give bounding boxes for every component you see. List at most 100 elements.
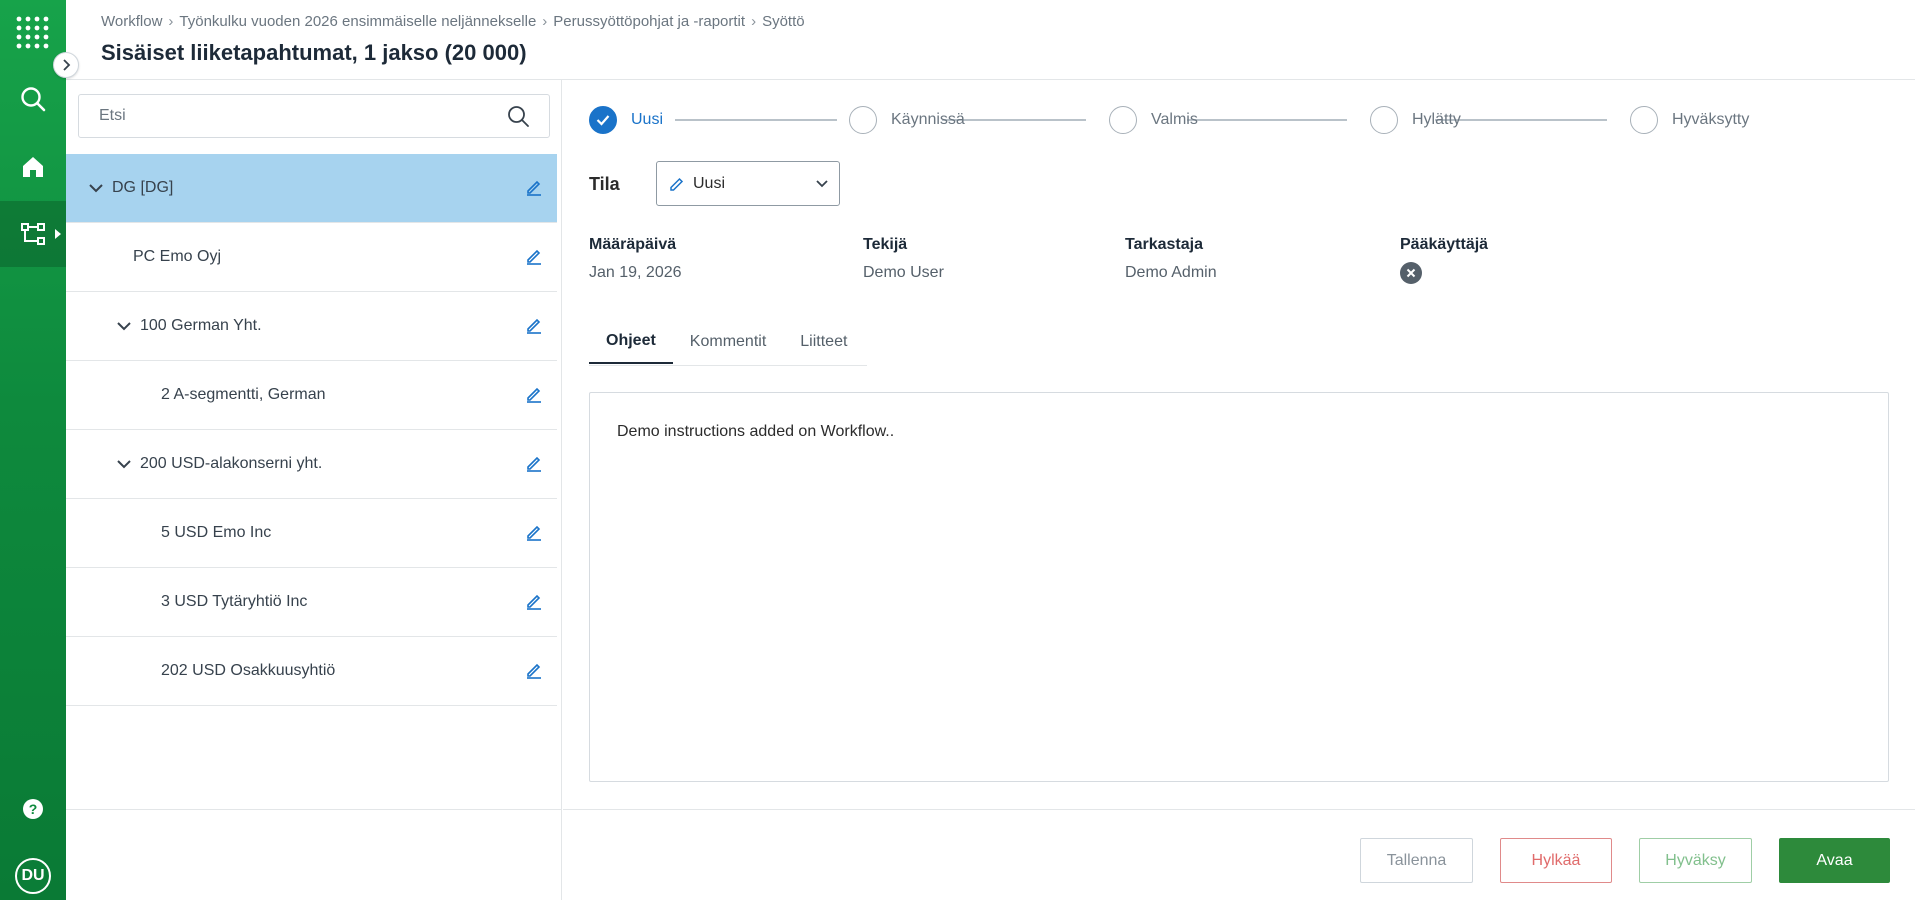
step-connector: [675, 119, 837, 121]
tree-row-label: 202 USD Osakkuusyhtiö: [161, 662, 336, 679]
search-icon[interactable]: [507, 105, 529, 127]
rail-home-button[interactable]: [0, 134, 66, 200]
tab-instructions[interactable]: Ohjeet: [589, 320, 673, 364]
task-detail-panel: Uusi Käynnissä Valmis Hylätty Hyväksytty…: [563, 80, 1915, 900]
approve-button[interactable]: Hyväksy: [1639, 838, 1752, 883]
rail-workflow-button[interactable]: [0, 201, 66, 267]
detail-tabs: Ohjeet Kommentit Liitteet: [589, 320, 867, 366]
open-button[interactable]: Avaa: [1779, 838, 1890, 883]
step-new: Uusi: [589, 106, 663, 134]
edit-icon[interactable]: [525, 523, 543, 546]
author-value: Demo User: [863, 264, 944, 281]
search-box: [78, 94, 550, 138]
edit-icon[interactable]: [525, 178, 543, 201]
edit-icon[interactable]: [525, 385, 543, 408]
divider: [66, 809, 562, 810]
step-rejected: Hylätty: [1370, 106, 1461, 134]
edit-icon[interactable]: [525, 592, 543, 615]
step-approved: Hyväksytty: [1630, 106, 1749, 134]
edit-icon[interactable]: [525, 454, 543, 477]
breadcrumb: Workflow › Työnkulku vuoden 2026 ensimmä…: [101, 13, 805, 30]
tree-row-label: 200 USD-alakonserni yht.: [140, 455, 323, 472]
tab-attachments[interactable]: Liitteet: [783, 320, 864, 364]
breadcrumb-item[interactable]: Perussyöttöpohjat ja -raportit: [553, 13, 745, 30]
help-button[interactable]: ?: [0, 776, 66, 842]
breadcrumb-item[interactable]: Workflow: [101, 13, 162, 30]
tree-row[interactable]: 5 USD Emo Inc: [66, 499, 557, 568]
reviewer-label: Tarkastaja: [1125, 236, 1203, 253]
clear-icon[interactable]: [1400, 262, 1422, 284]
step-connector: [1187, 119, 1347, 121]
due-date-label: Määräpäivä: [589, 236, 677, 253]
tree-row-label: PC Emo Oyj: [133, 248, 222, 265]
status-select-value: Uusi: [693, 174, 726, 192]
status-stepper: Uusi Käynnissä Valmis Hylätty Hyväksytty: [589, 106, 1749, 136]
tree-row-label: 5 USD Emo Inc: [161, 524, 272, 541]
grid-dots-icon: [16, 16, 49, 49]
step-label: Hylätty: [1412, 111, 1461, 128]
step-circle: [1109, 106, 1137, 134]
instructions-box: Demo instructions added on Workflow..: [589, 392, 1889, 782]
page-title: Sisäiset liiketapahtumat, 1 jakso (20 00…: [101, 40, 527, 65]
tree-row[interactable]: DG [DG]: [66, 154, 557, 223]
reviewer-value: Demo Admin: [1125, 264, 1217, 281]
due-date-value: Jan 19, 2026: [589, 264, 682, 281]
search-icon: [21, 87, 46, 112]
tab-comments[interactable]: Kommentit: [673, 320, 783, 364]
breadcrumb-separator: ›: [751, 13, 757, 30]
instructions-text: Demo instructions added on Workflow..: [617, 423, 895, 440]
tree-row[interactable]: PC Emo Oyj: [66, 223, 557, 292]
step-circle: [1370, 106, 1398, 134]
chevron-down-icon[interactable]: [86, 183, 106, 193]
chevron-down-icon[interactable]: [114, 321, 134, 331]
admin-field: Pääkäyttäjä: [1400, 236, 1488, 284]
user-avatar[interactable]: DU: [15, 858, 51, 894]
help-icon: ?: [23, 799, 43, 819]
step-label: Käynnissä: [891, 111, 965, 128]
edit-icon[interactable]: [525, 316, 543, 339]
status-label: Tila: [589, 174, 620, 194]
edit-icon[interactable]: [525, 247, 543, 270]
tree-row[interactable]: 100 German Yht.: [66, 292, 557, 361]
entity-tree: DG [DG] PC Emo Oyj 100 German Yht. 2 A-s…: [66, 154, 557, 706]
search-input[interactable]: [99, 107, 507, 125]
chevron-down-icon: [816, 180, 828, 188]
step-circle: [1630, 106, 1658, 134]
app-rail: ? DU: [0, 0, 66, 900]
breadcrumb-item[interactable]: Syöttö: [762, 13, 805, 30]
svg-text:?: ?: [29, 801, 38, 817]
entity-tree-panel: DG [DG] PC Emo Oyj 100 German Yht. 2 A-s…: [66, 80, 562, 900]
divider: [563, 809, 1915, 810]
caret-right-icon: [55, 229, 61, 239]
step-label: Valmis: [1151, 111, 1198, 128]
collapse-panel-button[interactable]: [53, 52, 79, 78]
status-select[interactable]: Uusi: [656, 161, 840, 206]
author-label: Tekijä: [863, 236, 908, 253]
reject-button[interactable]: Hylkää: [1500, 838, 1612, 883]
breadcrumb-separator: ›: [542, 13, 548, 30]
chevron-right-icon: [63, 59, 71, 71]
step-circle: [849, 106, 877, 134]
due-date-field: Määräpäivä Jan 19, 2026: [589, 236, 682, 282]
tree-row-label: 3 USD Tytäryhtiö Inc: [161, 593, 308, 610]
save-button[interactable]: Tallenna: [1360, 838, 1473, 883]
page-header: Workflow › Työnkulku vuoden 2026 ensimmä…: [66, 0, 1915, 80]
tree-row[interactable]: 3 USD Tytäryhtiö Inc: [66, 568, 557, 637]
edit-icon[interactable]: [525, 661, 543, 684]
tree-row-label: 100 German Yht.: [140, 317, 262, 334]
pencil-icon: [670, 177, 684, 191]
tree-row[interactable]: 202 USD Osakkuusyhtiö: [66, 637, 557, 706]
tree-row-label: 2 A-segmentti, German: [161, 386, 326, 403]
step-label: Hyväksytty: [1672, 111, 1750, 128]
home-icon: [23, 157, 43, 177]
tree-row-label: DG [DG]: [112, 179, 174, 196]
tree-row[interactable]: 200 USD-alakonserni yht.: [66, 430, 557, 499]
rail-search-button[interactable]: [0, 66, 66, 132]
admin-label: Pääkäyttäjä: [1400, 236, 1489, 253]
chevron-down-icon[interactable]: [114, 459, 134, 469]
breadcrumb-item[interactable]: Työnkulku vuoden 2026 ensimmäiselle nelj…: [179, 13, 536, 30]
step-in-progress: Käynnissä: [849, 106, 965, 134]
author-field: Tekijä Demo User: [863, 236, 944, 282]
step-done: Valmis: [1109, 106, 1198, 134]
tree-row[interactable]: 2 A-segmentti, German: [66, 361, 557, 430]
